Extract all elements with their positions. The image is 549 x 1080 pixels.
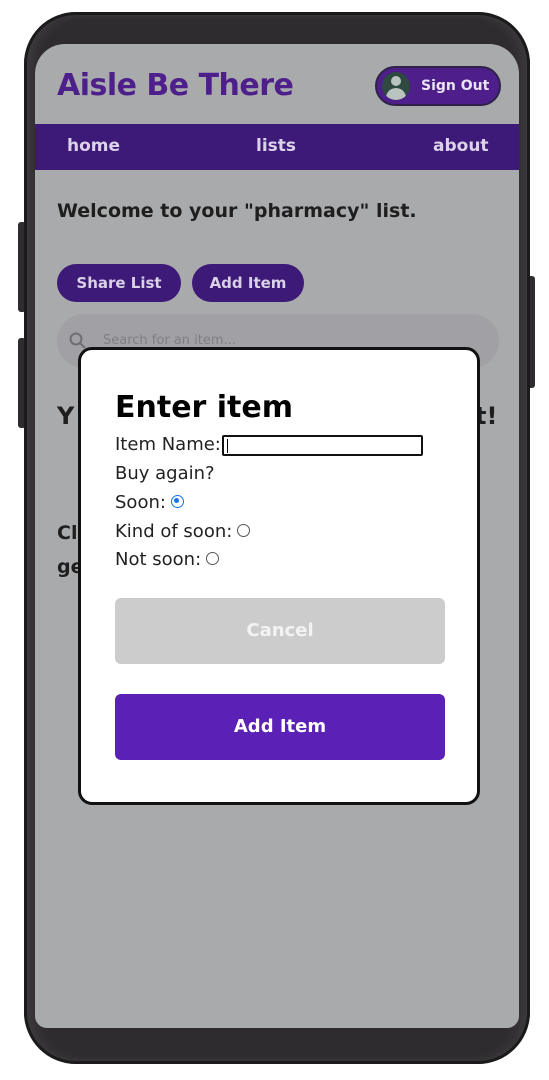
option-soon-label: Soon: [115, 492, 166, 513]
search-placeholder: Search for an item... [103, 333, 236, 348]
enter-item-modal: Enter item Item Name: Buy again? Soon: K… [78, 347, 480, 805]
buy-again-label: Buy again? [115, 463, 215, 484]
item-name-label: Item Name: [115, 434, 221, 455]
sign-out-button[interactable]: Sign Out [375, 66, 501, 106]
radio-not-soon[interactable] [206, 551, 220, 565]
background-heading-fragment: Y [57, 402, 75, 430]
add-item-submit-button[interactable]: Add Item [115, 694, 445, 760]
background-text-fragment: Cl [57, 522, 78, 544]
option-not-soon-label: Not soon: [115, 549, 202, 570]
sign-out-label: Sign Out [421, 78, 490, 94]
radio-kind-of-soon[interactable] [237, 523, 251, 537]
option-kind-of-soon-label: Kind of soon: [115, 521, 233, 542]
radio-soon[interactable] [170, 494, 184, 508]
option-not-soon: Not soon: [115, 549, 220, 570]
user-avatar-icon [382, 72, 410, 100]
app-title: Aisle Be There [57, 68, 294, 103]
cancel-button[interactable]: Cancel [115, 598, 445, 664]
nav-item-lists[interactable]: lists [256, 136, 296, 156]
modal-title: Enter item [115, 390, 294, 425]
text-caret [227, 439, 228, 453]
option-kind-of-soon: Kind of soon: [115, 521, 251, 542]
share-list-button[interactable]: Share List [57, 264, 181, 302]
nav-item-home[interactable]: home [67, 136, 120, 156]
nav-bar: home lists about [35, 124, 519, 170]
nav-item-about[interactable]: about [433, 136, 489, 156]
item-name-input[interactable] [222, 435, 423, 456]
search-icon [69, 332, 86, 349]
welcome-heading: Welcome to your "pharmacy" list. [57, 200, 417, 222]
option-soon: Soon: [115, 492, 184, 513]
add-item-open-button[interactable]: Add Item [192, 264, 304, 302]
